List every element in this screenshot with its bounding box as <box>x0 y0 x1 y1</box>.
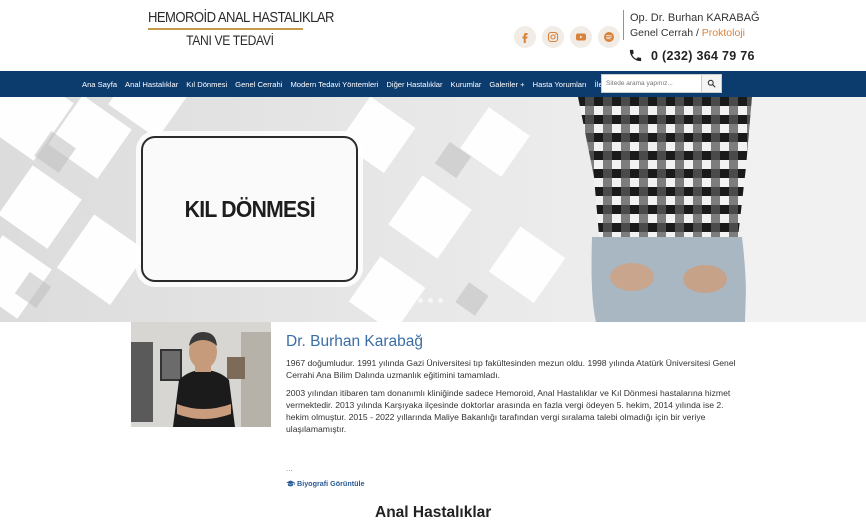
doctor-title: Genel Cerrah / Proktoloji <box>630 26 760 41</box>
slider-dot[interactable] <box>408 298 413 303</box>
nav-item-patient-reviews[interactable]: Hasta Yorumları <box>529 80 591 89</box>
biography-paragraph-2: 2003 yılından itibaren tam donanımlı kli… <box>286 387 731 435</box>
search-button[interactable] <box>702 74 722 93</box>
nav-item-modern-treatments[interactable]: Modern Tedavi Yöntemleri <box>286 80 382 89</box>
slider-dot[interactable] <box>438 298 443 303</box>
biography-ellipsis: ... <box>286 464 293 473</box>
biography-more-label: Biyografi Görüntüle <box>297 479 365 488</box>
biography-paragraph-1: 1967 doğumludur. 1991 yılında Gazi Ünive… <box>286 358 736 381</box>
nav-item-home[interactable]: Ana Sayfa <box>78 80 121 89</box>
doctor-photo <box>131 322 271 427</box>
graduation-cap-icon <box>286 480 295 487</box>
section-title: Anal Hastalıklar <box>375 504 492 521</box>
hero-slider[interactable]: KIL DÖNMESİ <box>0 97 866 322</box>
main-nav: Ana Sayfa Anal Hastalıklar Kıl Dönmesi G… <box>0 71 866 97</box>
instagram-icon[interactable] <box>542 26 564 48</box>
site-header: HEMOROİD ANAL HASTALIKLAR TANI VE TEDAVİ… <box>0 0 866 71</box>
search-form <box>601 74 722 93</box>
doctor-contact: Op. Dr. Burhan KARABAĞ Genel Cerrah / Pr… <box>623 10 760 40</box>
youtube-icon[interactable] <box>570 26 592 48</box>
doctor-role: Genel Cerrah <box>630 27 694 39</box>
spotify-icon[interactable] <box>598 26 620 48</box>
nav-item-institutions[interactable]: Kurumlar <box>447 80 486 89</box>
hero-caption-card: KIL DÖNMESİ <box>141 136 358 282</box>
phone-contact[interactable]: 0 (232) 364 79 76 <box>628 48 755 63</box>
biography-name: Dr. Burhan Karabağ <box>286 333 424 350</box>
nav-item-galleries[interactable]: Galeriler + <box>485 80 528 89</box>
nav-menu: Ana Sayfa Anal Hastalıklar Kıl Dönmesi G… <box>78 71 622 97</box>
slider-dots <box>408 298 443 303</box>
doctor-specialty[interactable]: Proktoloji <box>702 27 745 39</box>
nav-item-anal-diseases[interactable]: Anal Hastalıklar <box>121 80 182 89</box>
logo-line-2: TANI VE TEDAVİ <box>186 33 274 48</box>
logo-line-1: HEMOROİD ANAL HASTALIKLAR <box>148 10 334 26</box>
biography-section: Dr. Burhan Karabağ 1967 doğumludur. 1991… <box>286 333 736 488</box>
phone-number: 0 (232) 364 79 76 <box>651 48 755 63</box>
site-logo[interactable]: HEMOROİD ANAL HASTALIKLAR TANI VE TEDAVİ <box>148 10 334 48</box>
search-input[interactable] <box>601 74 702 93</box>
nav-item-pilonidal[interactable]: Kıl Dönmesi <box>182 80 231 89</box>
doctor-name: Op. Dr. Burhan KARABAĞ <box>630 12 760 24</box>
hero-background-image <box>0 97 866 322</box>
nav-item-other-diseases[interactable]: Diğer Hastalıklar <box>382 80 446 89</box>
slider-dot[interactable] <box>428 298 433 303</box>
phone-icon <box>629 49 642 62</box>
logo-rule <box>148 28 303 30</box>
search-icon <box>707 79 716 88</box>
facebook-icon[interactable] <box>514 26 536 48</box>
social-links <box>514 26 620 48</box>
title-separator: / <box>695 27 699 39</box>
hero-caption-title: KIL DÖNMESİ <box>184 195 315 222</box>
biography-more-link[interactable]: Biyografi Görüntüle <box>286 479 365 488</box>
slider-dot[interactable] <box>418 298 423 303</box>
nav-item-general-surgery[interactable]: Genel Cerrahi <box>231 80 286 89</box>
